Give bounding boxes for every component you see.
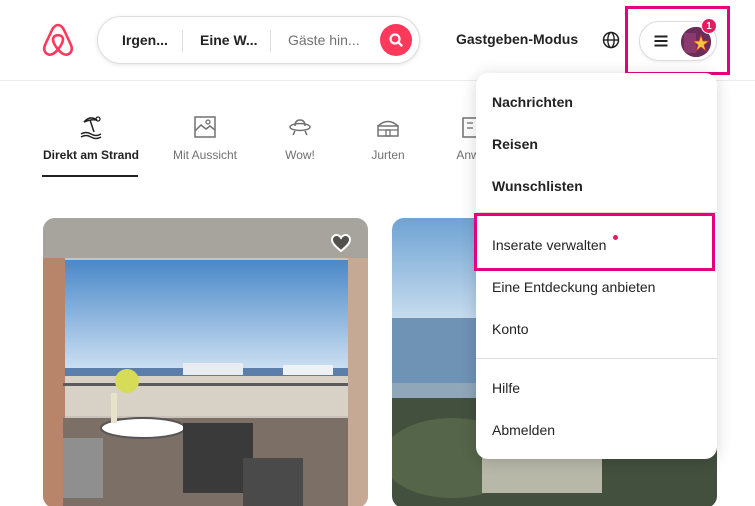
menu-item-account[interactable]: Konto (492, 321, 529, 337)
category-view[interactable]: Mit Aussicht (150, 114, 260, 162)
search-guests[interactable]: Gäste hin... (288, 17, 360, 63)
menu-item-offer-experience[interactable]: Eine Entdeckung anbieten (492, 279, 655, 295)
category-label: Direkt am Strand (42, 148, 140, 162)
menu-item-messages[interactable]: Nachrichten (492, 94, 573, 110)
beach-icon (80, 116, 102, 140)
search-when[interactable]: Eine W... (200, 17, 258, 63)
view-icon (194, 116, 216, 138)
search-divider (270, 30, 271, 52)
listing-card-photo[interactable] (43, 218, 368, 506)
search-button[interactable] (380, 24, 412, 56)
ufo-icon (289, 119, 311, 136)
wishlist-heart-icon[interactable] (330, 233, 352, 253)
menu-item-logout[interactable]: Abmelden (492, 422, 555, 438)
globe-icon[interactable] (601, 30, 621, 50)
search-bar[interactable]: Irgen... Eine W... Gäste hin... (97, 16, 420, 64)
category-label: Mit Aussicht (172, 148, 238, 162)
yurt-icon (377, 120, 399, 137)
airbnb-page: Irgen... Eine W... Gäste hin... Gastgebe… (0, 0, 755, 506)
listing-photo-balcony (43, 218, 368, 506)
menu-item-trips[interactable]: Reisen (492, 136, 538, 152)
profile-highlight-box (625, 6, 730, 75)
menu-divider (476, 358, 717, 359)
category-beach[interactable]: Direkt am Strand (36, 114, 146, 177)
airbnb-logo-icon[interactable] (41, 22, 75, 58)
active-category-underline (42, 175, 138, 177)
manage-listings-highlight-box (474, 213, 715, 271)
search-divider (182, 30, 183, 52)
search-where[interactable]: Irgen... (122, 17, 168, 63)
search-icon (389, 33, 403, 47)
menu-item-help[interactable]: Hilfe (492, 380, 520, 396)
host-mode-link[interactable]: Gastgeben-Modus (456, 31, 578, 47)
menu-item-wishlists[interactable]: Wunschlisten (492, 178, 583, 194)
